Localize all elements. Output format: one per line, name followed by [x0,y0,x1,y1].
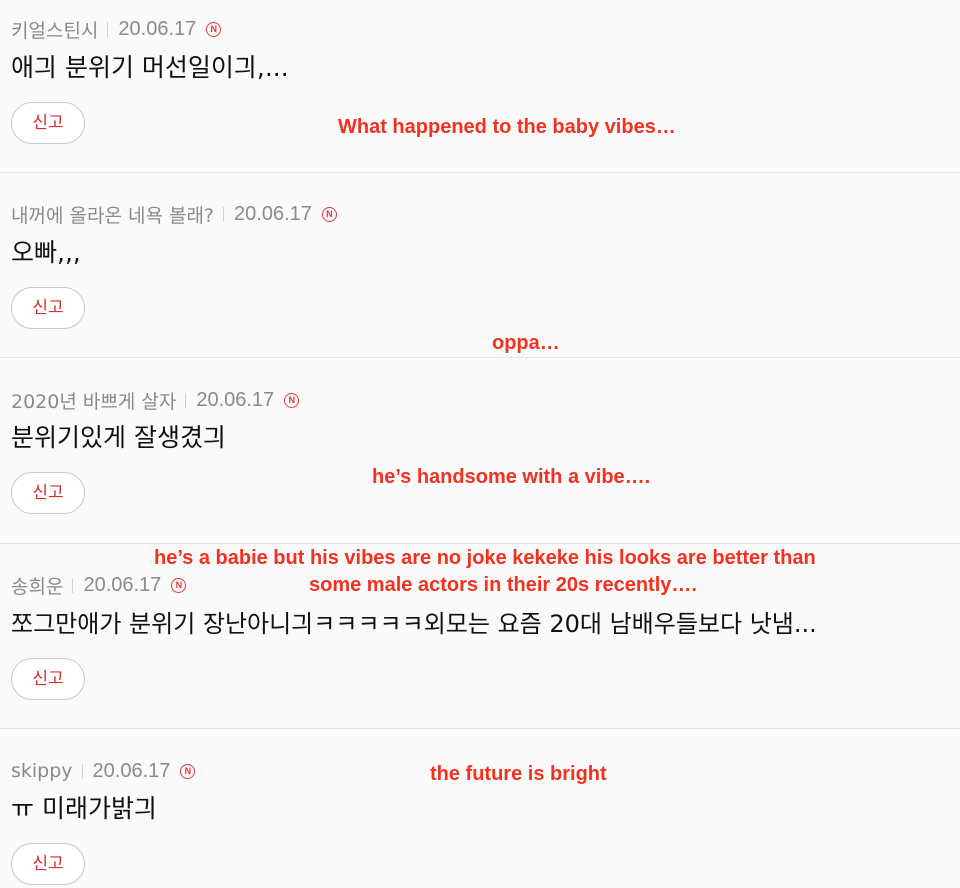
badge-label: N [184,765,192,776]
comment-meta: 송희운 20.06.17 N [11,572,187,599]
comment-text: 쪼그만애가 분위기 장난아니긔ㅋㅋㅋㅋㅋ외모는 요즘 20대 남배우들보다 낫냄… [11,610,817,638]
comment-meta: 2020년 바쁘게 살자 20.06.17 N [11,387,300,414]
translation-annotation: he’s a babie but his vibes are no joke k… [154,547,816,569]
translation-annotation: the future is bright [430,763,607,785]
badge-label: N [210,23,218,34]
comment-item: 키얼스틴시 20.06.17 N 애긔 분위기 머선일이긔,... 신고 [0,0,960,172]
report-button[interactable]: 신고 [11,658,85,700]
translation-annotation: What happened to the baby vibes… [338,116,676,138]
report-button[interactable]: 신고 [11,102,85,144]
comment-author[interactable]: skippy [11,760,73,782]
comment-author[interactable]: 키얼스틴시 [11,16,98,43]
report-button[interactable]: 신고 [11,287,85,329]
comment-date: 20.06.17 [234,202,312,225]
report-button[interactable]: 신고 [11,843,85,885]
comment-text: 분위기있게 잘생겼긔 [11,423,226,452]
report-button[interactable]: 신고 [11,472,85,514]
new-badge-icon: N [180,763,196,779]
translation-annotation: he’s handsome with a vibe…. [372,466,651,488]
comment-meta: skippy 20.06.17 N [11,759,196,783]
new-badge-icon: N [284,392,300,408]
comment-text: 오빠,,, [11,238,81,267]
new-badge-icon: N [171,577,187,593]
meta-divider [72,577,74,593]
translation-annotation: oppa… [492,332,560,354]
comment-author[interactable]: 2020년 바쁘게 살자 [11,387,176,414]
comment-item: 2020년 바쁘게 살자 20.06.17 N 분위기있게 잘생겼긔 신고 [0,358,960,543]
comment-date: 20.06.17 [118,17,197,40]
new-badge-icon: N [321,206,337,222]
comment-author[interactable]: 내꺼에 올라온 네욕 볼래? [11,201,214,228]
comment-author[interactable]: 송희운 [11,572,63,599]
comment-date: 20.06.17 [92,759,171,782]
meta-divider [81,763,83,779]
comment-text: ㅠ 미래가밝긔 [11,794,157,823]
translation-annotation: some male actors in their 20s recently…. [309,574,697,596]
meta-divider [223,206,225,222]
comment-list: 키얼스틴시 20.06.17 N 애긔 분위기 머선일이긔,... 신고 내꺼에… [0,0,960,888]
comment-item: skippy 20.06.17 N ㅠ 미래가밝긔 신고 [0,729,960,888]
comment-date: 20.06.17 [196,388,275,411]
meta-divider [185,392,187,408]
badge-label: N [326,208,333,219]
comment-meta: 내꺼에 올라온 네욕 볼래? 20.06.17 N [11,201,337,228]
badge-label: N [175,579,183,590]
new-badge-icon: N [206,21,222,37]
comment-meta: 키얼스틴시 20.06.17 N [11,16,222,43]
meta-divider [107,21,109,37]
comment-item: 내꺼에 올라온 네욕 볼래? 20.06.17 N 오빠,,, 신고 [0,173,960,357]
comment-text: 애긔 분위기 머선일이긔,... [11,53,289,82]
badge-label: N [288,394,295,405]
comment-date: 20.06.17 [83,573,162,596]
